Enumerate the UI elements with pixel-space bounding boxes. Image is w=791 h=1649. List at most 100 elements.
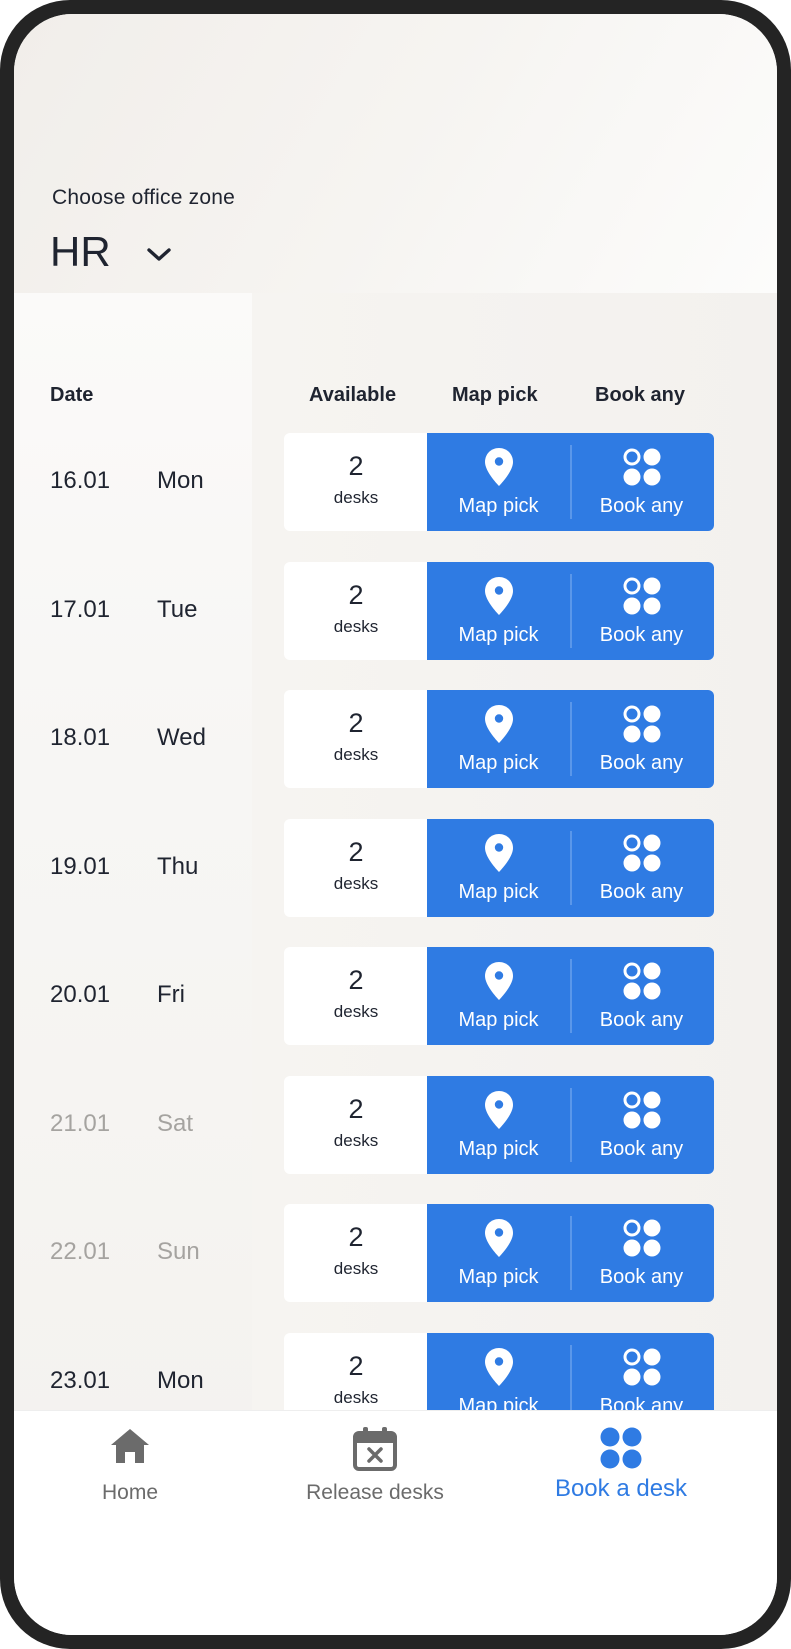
- map-pin-icon: [484, 1090, 513, 1129]
- available-desks-cell: 2 desks: [284, 947, 428, 1045]
- book-any-label: Book any: [599, 752, 684, 774]
- available-desks-cell: 2 desks: [284, 818, 428, 917]
- grid-dots-icon: [623, 705, 660, 743]
- available-desks-cell: 2 desks: [284, 690, 428, 788]
- available-desks-cell: 2 desks: [284, 1204, 428, 1302]
- book-any-button[interactable]: Book any: [570, 1204, 713, 1302]
- booking-row: 19.01 Thu 2 desks Map pick Book any: [14, 818, 777, 917]
- row-actions: Map pick Book any: [427, 561, 714, 660]
- book-any-button[interactable]: Book any: [570, 562, 713, 660]
- grid-dots-icon: [623, 448, 660, 486]
- row-date: 19.01: [50, 852, 111, 880]
- available-count: 2: [348, 579, 364, 610]
- available-desks-cell: 2 desks: [284, 433, 428, 531]
- booking-row: 17.01 Tue 2 desks Map pick Book any: [14, 561, 777, 660]
- row-date: 17.01: [50, 595, 111, 623]
- map-pick-button[interactable]: Map pick: [427, 947, 570, 1045]
- tab-home[interactable]: Home: [20, 1411, 240, 1531]
- map-pin-icon: [484, 1219, 513, 1257]
- grid-dots-icon: [623, 1219, 660, 1257]
- map-pin-icon: [484, 705, 513, 743]
- available-unit: desks: [333, 745, 379, 764]
- map-pin-icon: [484, 1347, 513, 1386]
- tab-release-desks[interactable]: Release desks: [265, 1411, 485, 1531]
- header: Choose office zone HR: [14, 14, 777, 293]
- row-actions: Map pick Book any: [427, 818, 714, 917]
- map-pick-label: Map pick: [458, 495, 539, 517]
- book-any-label: Book any: [599, 1266, 684, 1288]
- row-day: Fri: [157, 981, 185, 1008]
- zone-dropdown[interactable]: HR: [50, 224, 173, 280]
- row-day: Sun: [157, 1238, 200, 1265]
- tab-book-a-desk[interactable]: Book a desk: [511, 1411, 731, 1531]
- available-unit: desks: [333, 616, 379, 636]
- column-header-available: Available: [309, 384, 397, 406]
- row-date: 16.01: [50, 467, 111, 494]
- available-count: 2: [348, 451, 364, 481]
- column-header-book-any: Book any: [595, 384, 686, 406]
- tab-book-a-desk-label: Book a desk: [554, 1475, 688, 1502]
- book-any-button[interactable]: Book any: [570, 1076, 713, 1174]
- available-count: 2: [348, 1350, 364, 1381]
- book-any-label: Book any: [599, 880, 684, 903]
- device-frame: Choose office zone HR Date Available Map…: [0, 0, 791, 1649]
- map-pick-label: Map pick: [458, 752, 539, 774]
- grid-dots-icon: [623, 834, 660, 871]
- map-pin-icon: [484, 576, 513, 615]
- row-day: Mon: [157, 467, 204, 494]
- bottom-tab-bar: Home Release desks Book a desk: [14, 1410, 777, 1635]
- available-desks-cell: 2 desks: [284, 1075, 428, 1174]
- map-pick-button[interactable]: Map pick: [427, 690, 570, 788]
- map-pick-label: Map pick: [458, 1009, 539, 1031]
- row-date: 22.01: [50, 1238, 111, 1265]
- booking-row: 22.01 Sun 2 desks Map pick Book any: [14, 1204, 777, 1302]
- row-date: 20.01: [50, 981, 111, 1008]
- column-header-map-pick: Map pick: [452, 384, 538, 406]
- map-pick-label: Map pick: [458, 1266, 539, 1288]
- zone-value: HR: [50, 228, 111, 275]
- map-pin-icon: [484, 833, 513, 872]
- map-pin-icon: [484, 448, 513, 486]
- book-any-button[interactable]: Book any: [570, 947, 713, 1045]
- map-pick-button[interactable]: Map pick: [427, 562, 570, 660]
- grid-dots-icon: [623, 1348, 660, 1385]
- row-actions: Map pick Book any: [427, 433, 714, 531]
- row-actions: Map pick Book any: [427, 947, 714, 1045]
- map-pick-label: Map pick: [458, 1137, 539, 1160]
- book-any-button[interactable]: Book any: [570, 819, 713, 917]
- book-any-button[interactable]: Book any: [570, 433, 713, 531]
- grid-dots-icon: [623, 1091, 660, 1128]
- grid-dots-icon: [623, 962, 660, 1000]
- available-unit: desks: [333, 488, 379, 507]
- available-desks-cell: 2 desks: [284, 561, 428, 660]
- home-icon: [111, 1429, 149, 1463]
- booking-row: 20.01 Fri 2 desks Map pick Book any: [14, 947, 777, 1045]
- chevron-down-icon: [146, 248, 171, 261]
- available-unit: desks: [333, 1259, 379, 1278]
- available-unit: desks: [333, 873, 379, 893]
- map-pick-button[interactable]: Map pick: [427, 433, 570, 531]
- map-pick-button[interactable]: Map pick: [427, 1076, 570, 1174]
- available-unit: desks: [333, 1130, 379, 1150]
- grid-dots-icon: [600, 1427, 642, 1469]
- book-any-button[interactable]: Book any: [570, 690, 713, 788]
- book-any-label: Book any: [599, 1009, 684, 1031]
- map-pick-button[interactable]: Map pick: [427, 819, 570, 917]
- available-unit: desks: [333, 1002, 379, 1021]
- row-actions: Map pick Book any: [427, 1204, 714, 1302]
- column-header-date: Date: [50, 384, 94, 406]
- book-any-label: Book any: [599, 623, 684, 646]
- calendar-x-icon: [353, 1427, 397, 1471]
- row-date: 18.01: [50, 724, 111, 751]
- available-unit: desks: [333, 1387, 379, 1407]
- book-any-label: Book any: [599, 1137, 684, 1160]
- row-actions: Map pick Book any: [427, 1075, 714, 1174]
- tab-home-label: Home: [101, 1481, 159, 1504]
- map-pin-icon: [484, 962, 513, 1000]
- map-pick-button[interactable]: Map pick: [427, 1204, 570, 1302]
- row-day: Mon: [157, 1366, 204, 1394]
- app-screen: Choose office zone HR Date Available Map…: [14, 14, 777, 1635]
- row-day: Wed: [157, 724, 206, 751]
- row-day: Sat: [157, 1109, 194, 1137]
- booking-row: 16.01 Mon 2 desks Map pick Book any: [14, 433, 777, 531]
